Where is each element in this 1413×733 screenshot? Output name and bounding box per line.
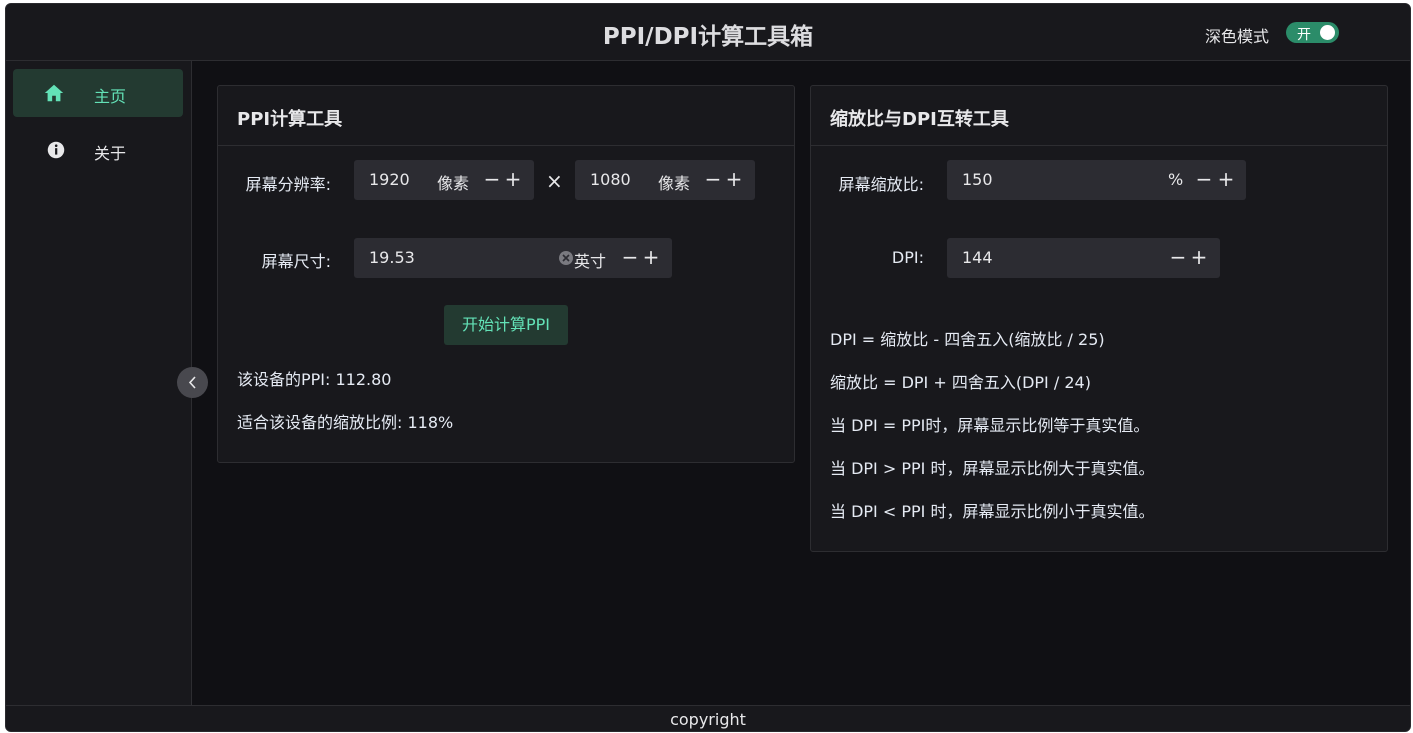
chevron-left-icon [188,376,196,389]
dpi-card: 缩放比与DPI互转工具 屏幕缩放比: 150 % − + DPI: 144 − … [810,85,1388,552]
size-value: 19.53 [369,248,415,267]
ppi-card: PPI计算工具 屏幕分辨率: 1920 像素 − + × 1080 像素 − +… [217,85,795,463]
size-label: 屏幕尺寸: [261,252,331,271]
plus-icon[interactable]: + [1217,169,1235,189]
sidebar-item-home[interactable]: 主页 [13,69,183,117]
scale-result: 适合该设备的缩放比例: 118% [237,413,454,432]
width-value: 1920 [369,170,410,189]
info-line: 当 DPI < PPI 时，屏幕显示比例小于真实值。 [830,502,1155,521]
info-line: 当 DPI > PPI 时，屏幕显示比例大于真实值。 [830,459,1155,478]
width-unit: 像素 [437,174,470,193]
toggle-knob [1320,25,1335,40]
plus-icon[interactable]: + [725,169,743,189]
plus-icon[interactable]: + [504,169,522,189]
scale-label: 屏幕缩放比: [838,175,924,194]
theme-label: 深色模式 [1205,27,1270,46]
scale-input[interactable]: 150 % − + [947,160,1246,200]
info-icon [47,141,65,159]
height-input[interactable]: 1080 像素 − + [575,160,755,200]
resolution-label: 屏幕分辨率: [245,175,331,194]
plus-icon[interactable]: + [1190,247,1208,267]
dpi-label: DPI: [891,248,924,267]
card-divider [811,145,1387,146]
height-value: 1080 [590,170,631,189]
app-window: PPI/DPI计算工具箱 深色模式 开 主页 关于 PPI计算工具 屏幕分辨率:… [5,3,1411,732]
dark-mode-toggle[interactable]: 开 [1286,22,1339,43]
dpi-card-title: 缩放比与DPI互转工具 [830,109,1009,130]
sidebar-item-label: 关于 [94,144,127,163]
info-line: DPI = 缩放比 - 四舍五入(缩放比 / 25) [830,330,1105,349]
dpi-value: 144 [962,248,993,267]
sidebar: 主页 关于 [6,61,192,705]
header: PPI/DPI计算工具箱 深色模式 开 [6,4,1410,61]
dpi-input[interactable]: 144 − + [947,238,1220,278]
card-divider [218,145,794,146]
size-input[interactable]: 19.53 英寸 − + [354,238,672,278]
footer: copyright [6,705,1410,731]
copyright-text: copyright [670,710,746,729]
info-line: 缩放比 = DPI + 四舍五入(DPI / 24) [830,373,1091,392]
minus-icon[interactable]: − [1169,247,1187,267]
minus-icon[interactable]: − [621,247,639,267]
sidebar-item-about[interactable]: 关于 [13,126,183,174]
clear-icon[interactable] [559,251,573,265]
home-icon [44,84,64,102]
minus-icon[interactable]: − [704,169,722,189]
toggle-text: 开 [1297,27,1311,43]
width-input[interactable]: 1920 像素 − + [354,160,534,200]
ppi-result: 该设备的PPI: 112.80 [237,370,392,389]
sidebar-item-label: 主页 [94,87,127,106]
info-line: 当 DPI = PPI时，屏幕显示比例等于真实值。 [830,416,1150,435]
plus-icon[interactable]: + [642,247,660,267]
height-unit: 像素 [658,174,691,193]
times-sign: × [546,169,563,193]
minus-icon[interactable]: − [483,169,501,189]
sidebar-collapse-button[interactable] [177,367,208,398]
app-title: PPI/DPI计算工具箱 [602,24,814,50]
calculate-ppi-button[interactable]: 开始计算PPI [444,305,568,345]
size-unit: 英寸 [574,252,607,271]
ppi-card-title: PPI计算工具 [237,109,343,130]
scale-value: 150 [962,170,993,189]
minus-icon[interactable]: − [1195,169,1213,189]
scale-unit: % [1168,170,1184,189]
